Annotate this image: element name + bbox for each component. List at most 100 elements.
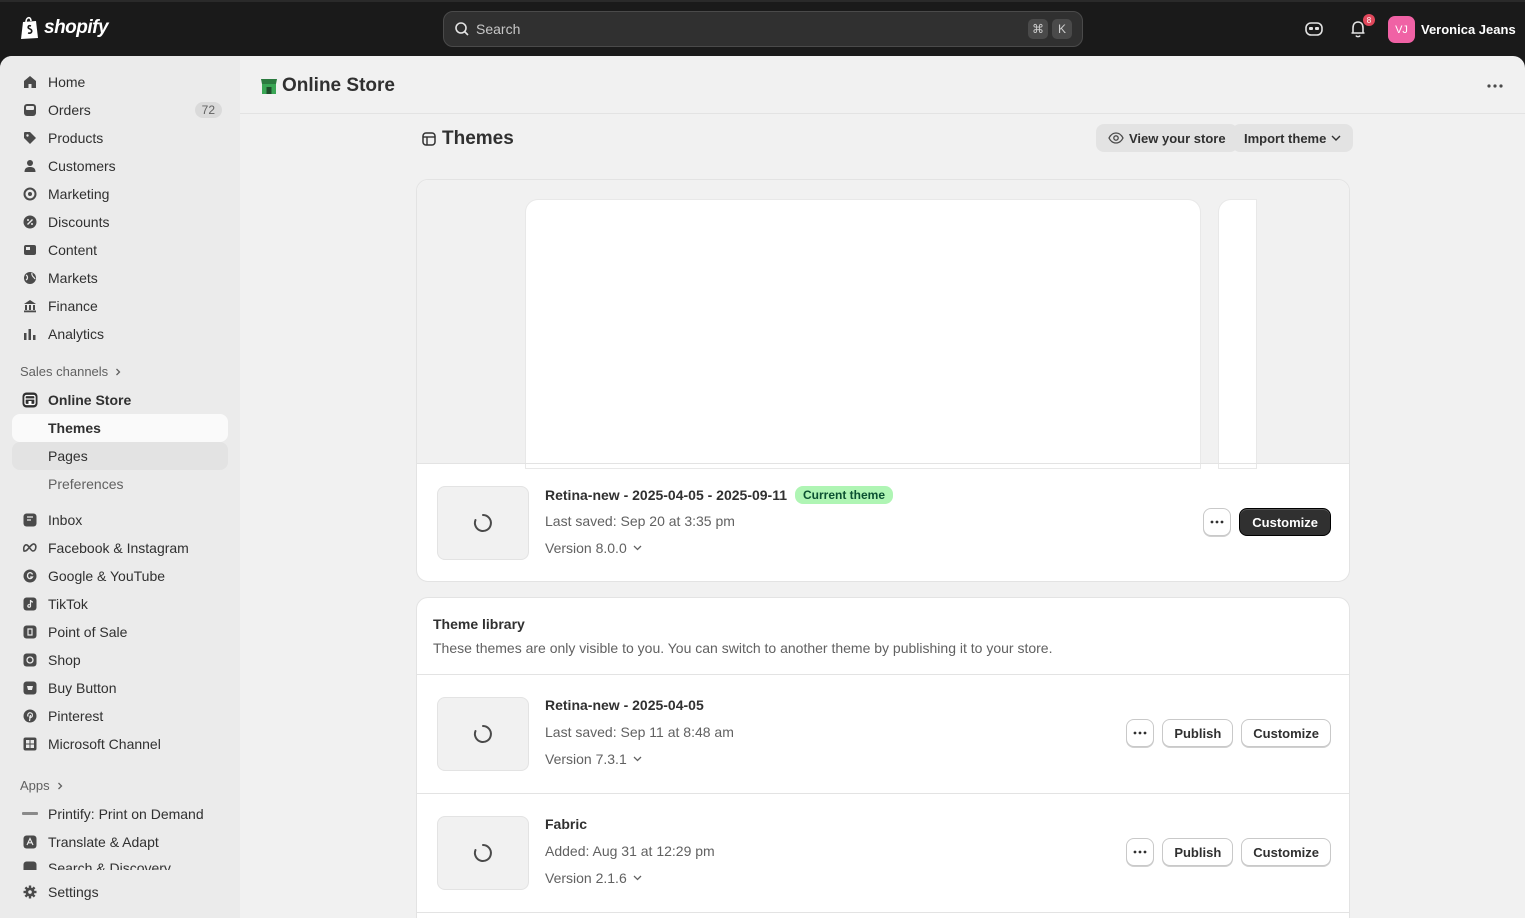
user-menu[interactable]: VJ Veronica Jeans [1388, 16, 1516, 43]
chevron-down-icon [633, 545, 642, 551]
sidebar-item-label: Markets [48, 270, 98, 286]
theme-version-toggle[interactable]: Version 7.3.1 [545, 751, 642, 767]
sidebar-item-orders[interactable]: Orders 72 [12, 96, 228, 124]
top-bar: shopify ⌘ K 8 VJ Veronica Jeans [0, 0, 1525, 56]
sidebar-item-label: TikTok [48, 596, 88, 612]
sidekick-button[interactable] [1303, 18, 1325, 40]
theme-more-button[interactable] [1126, 719, 1155, 747]
sales-channels-header[interactable]: Sales channels [20, 364, 122, 379]
sidebar-item-microsoft-channel[interactable]: Microsoft Channel [12, 730, 228, 758]
chevron-right-icon [57, 782, 63, 789]
sidebar-item-label: Analytics [48, 326, 105, 342]
shopify-logo[interactable]: shopify [20, 16, 109, 40]
import-theme-button[interactable]: Import theme [1232, 124, 1354, 152]
sidebar-item-buy-button[interactable]: Buy Button [12, 674, 228, 702]
import-theme-label: Import theme [1244, 130, 1327, 146]
sidebar-item-customers[interactable]: Customers [12, 152, 228, 180]
store-icon [22, 392, 38, 408]
sidebar-item-themes[interactable]: Themes [12, 414, 228, 442]
page-title-text: Online Store [282, 75, 395, 96]
customize-button[interactable]: Customize [1241, 719, 1331, 747]
sidebar-item-markets[interactable]: Markets [12, 264, 228, 292]
current-theme-badge: Current theme [795, 486, 894, 504]
sidebar-item-label: Point of Sale [48, 624, 128, 640]
theme-library-description: These themes are only visible to you. Yo… [433, 640, 1053, 656]
page-title: Online Store [260, 75, 395, 97]
orders-count-badge: 72 [194, 102, 222, 118]
notifications-button[interactable]: 8 [1347, 14, 1375, 40]
themes-icon [422, 132, 436, 146]
customize-button[interactable]: Customize [1241, 838, 1331, 866]
sidebar-item-translate-adapt[interactable]: Translate & Adapt [12, 828, 228, 856]
more-horizontal-icon [1133, 850, 1147, 854]
sales-channels-label: Sales channels [20, 364, 109, 379]
theme-name: Retina-new - 2025-04-05 - 2025-09-11 Cur… [545, 486, 894, 504]
bar-chart-icon [22, 326, 38, 342]
sidebar-item-search-discovery[interactable]: Search & Discovery [12, 856, 228, 870]
loading-spinner-icon [473, 514, 492, 532]
theme-version-toggle[interactable]: Version 2.1.6 [545, 870, 642, 886]
theme-thumbnail [437, 697, 529, 771]
publish-button[interactable]: Publish [1162, 838, 1234, 866]
apps-label: Apps [20, 778, 50, 793]
theme-version-toggle[interactable]: Version 8.0.0 [545, 540, 642, 556]
sidebar-item-marketing[interactable]: Marketing [12, 180, 228, 208]
translate-icon [22, 834, 38, 850]
sidebar-item-content[interactable]: Content [12, 236, 228, 264]
sidebar-item-home[interactable]: Home [12, 68, 228, 96]
sidebar-item-facebook-instagram[interactable]: Facebook & Instagram [12, 534, 228, 562]
theme-version-text: Version 7.3.1 [545, 751, 627, 767]
home-icon [22, 74, 38, 90]
theme-more-button[interactable] [1126, 838, 1155, 866]
sidebar-item-finance[interactable]: Finance [12, 292, 228, 320]
sidebar-item-label: Translate & Adapt [48, 834, 159, 850]
search-input[interactable] [476, 21, 1024, 37]
theme-version-text: Version 8.0.0 [545, 540, 627, 556]
sidebar-item-label: Online Store [48, 392, 132, 408]
sidebar-item-label: Discounts [48, 214, 110, 230]
theme-more-button[interactable] [1203, 508, 1232, 536]
page-more-button[interactable] [1485, 76, 1505, 96]
apps-header[interactable]: Apps [20, 778, 64, 793]
desktop-preview [526, 200, 1200, 468]
sidebar-item-label: Home [48, 74, 86, 90]
theme-saved-text: Last saved: Sep 20 at 3:35 pm [545, 513, 735, 529]
sidebar-item-label: Orders [48, 102, 91, 118]
mobile-preview [1219, 200, 1256, 468]
sidebar-item-pages[interactable]: Pages [12, 442, 228, 470]
sidebar-item-analytics[interactable]: Analytics [12, 320, 228, 348]
section-title-text: Themes [442, 128, 514, 149]
theme-version-text: Version 2.1.6 [545, 870, 627, 886]
discount-icon [22, 214, 38, 230]
sidebar-item-tiktok[interactable]: TikTok [12, 590, 228, 618]
section-title: Themes [422, 128, 514, 150]
search-bar[interactable]: ⌘ K [443, 11, 1083, 47]
theme-preview-area[interactable] [417, 180, 1349, 468]
theme-name-text: Retina-new - 2025-04-05 - 2025-09-11 [545, 487, 788, 503]
pos-icon [22, 624, 38, 640]
sidebar-item-settings[interactable]: Settings [12, 878, 228, 906]
sidebar-item-preferences[interactable]: Preferences [12, 470, 228, 498]
customize-button[interactable]: Customize [1239, 508, 1331, 536]
sidebar-item-google-youtube[interactable]: Google & YouTube [12, 562, 228, 590]
publish-button[interactable]: Publish [1162, 719, 1234, 747]
sidebar-item-point-of-sale[interactable]: Point of Sale [12, 618, 228, 646]
sidebar-item-printify[interactable]: Printify: Print on Demand [12, 800, 228, 828]
sidebar-item-discounts[interactable]: Discounts [12, 208, 228, 236]
sidebar-item-label: Inbox [48, 512, 83, 528]
sidebar-item-label: Customers [48, 158, 116, 174]
sidebar-item-online-store[interactable]: Online Store [12, 386, 228, 414]
sidebar: Home Orders 72 Products Customers Market… [0, 56, 240, 918]
avatar: VJ [1388, 16, 1415, 43]
theme-library-card: Theme library These themes are only visi… [416, 597, 1350, 918]
sidebar-item-shop[interactable]: Shop [12, 646, 228, 674]
sidebar-item-label: Shop [48, 652, 81, 668]
sidebar-item-label: Preferences [48, 476, 124, 492]
sidebar-item-pinterest[interactable]: Pinterest [12, 702, 228, 730]
shopify-bag-icon [21, 16, 38, 39]
sidebar-item-products[interactable]: Products [12, 124, 228, 152]
sidebar-item-inbox[interactable]: Inbox [12, 506, 228, 534]
sidebar-item-label: Finance [48, 298, 98, 314]
view-store-button[interactable]: View your store [1096, 124, 1238, 152]
microsoft-icon [22, 736, 38, 752]
